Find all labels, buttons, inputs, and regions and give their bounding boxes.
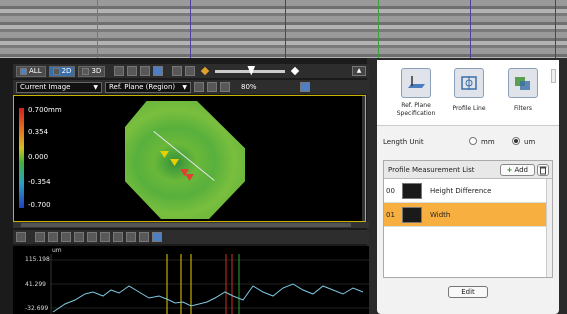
list-scrollbar[interactable] xyxy=(546,179,552,277)
camera-icon[interactable] xyxy=(153,66,164,76)
profile-line-button[interactable] xyxy=(454,68,484,98)
zoom-out-icon[interactable] xyxy=(207,82,217,92)
image-strip-top xyxy=(0,0,567,58)
item-name: Width xyxy=(430,210,451,219)
redo-icon[interactable] xyxy=(185,66,196,76)
width-icon xyxy=(402,206,422,223)
color-scale-bar xyxy=(19,108,24,208)
ref-plane-label: Ref. Plane Specification xyxy=(396,102,436,117)
height-map-view[interactable]: 0.700mm 0.354 0.000 -0.354 -0.700 xyxy=(13,95,366,222)
color-range-icon xyxy=(201,66,210,76)
grid-icon[interactable] xyxy=(139,232,149,242)
measurement-panel: Ref. Plane Specification Profile Line Fi… xyxy=(377,60,559,314)
view-scrollbar[interactable] xyxy=(362,96,365,221)
filters-icon xyxy=(515,77,530,90)
zoom-out-icon[interactable] xyxy=(48,232,58,242)
scale-label: 0.354 xyxy=(28,128,49,136)
cursor-marker[interactable] xyxy=(185,174,194,181)
cursor-marker[interactable] xyxy=(170,159,179,166)
export-icon[interactable] xyxy=(152,232,162,242)
zoom-x-icon[interactable] xyxy=(61,232,71,242)
3d-icon xyxy=(82,67,90,75)
2d-icon xyxy=(52,67,60,75)
item-name: Height Difference xyxy=(430,186,492,195)
cursor-marker[interactable] xyxy=(160,151,169,158)
expand-icon[interactable] xyxy=(127,66,138,76)
list-title: Profile Measurement List xyxy=(388,165,475,174)
scale-label: -0.700 xyxy=(28,201,51,209)
plus-icon: + xyxy=(506,165,513,174)
scale-label: -0.354 xyxy=(28,178,51,186)
all-icon xyxy=(20,67,27,75)
unit-mm-radio[interactable] xyxy=(469,137,477,145)
guide-line xyxy=(190,0,191,58)
image-select[interactable]: Current Image ▼ xyxy=(16,81,102,93)
unit-um-radio[interactable] xyxy=(512,137,520,145)
height-difference-icon xyxy=(402,182,422,199)
spec-scroll-button[interactable] xyxy=(551,69,556,83)
diamond-icon xyxy=(291,66,300,76)
list-item[interactable]: 01 Width xyxy=(384,203,552,227)
unit-mm-label: mm xyxy=(481,138,495,146)
zoom-area-icon[interactable] xyxy=(87,232,97,242)
plane-select[interactable]: Ref. Plane (Region) ▼ xyxy=(105,81,191,93)
undo-icon[interactable] xyxy=(172,66,183,76)
fit-icon[interactable] xyxy=(114,66,125,76)
delete-button[interactable] xyxy=(537,163,549,176)
2d-button[interactable]: 2D xyxy=(48,65,76,77)
all-button[interactable]: ALL xyxy=(16,65,46,77)
export-icon[interactable] xyxy=(299,82,310,92)
filters-label: Filters xyxy=(514,105,532,112)
list-actions: + Add xyxy=(499,163,549,176)
add-button[interactable]: + Add xyxy=(499,163,535,176)
chevron-down-icon: ▼ xyxy=(93,83,98,91)
split-icon[interactable] xyxy=(140,66,151,76)
profile-measurement-list: Profile Measurement List + Add 00 Height … xyxy=(383,160,553,278)
eject-button[interactable]: ▲ xyxy=(352,66,366,76)
chevron-down-icon: ▼ xyxy=(182,83,187,91)
item-index: 01 xyxy=(386,210,395,219)
scroll-thumb[interactable] xyxy=(21,223,351,227)
guide-line xyxy=(97,0,98,58)
3d-button[interactable]: 3D xyxy=(78,65,106,77)
scale-label: 0.000 xyxy=(28,153,49,161)
guide-line xyxy=(378,0,379,58)
filters-button[interactable] xyxy=(508,68,538,98)
list-header: Profile Measurement List + Add xyxy=(384,161,552,179)
list-item[interactable]: 00 Height Difference xyxy=(384,179,552,203)
view-toolbar: ALL 2D 3D ▲ xyxy=(13,64,369,78)
zoom-reset-icon[interactable] xyxy=(100,232,110,242)
fit-icon[interactable] xyxy=(113,232,123,242)
ref-plane-button[interactable] xyxy=(401,68,431,98)
trash-icon xyxy=(539,166,547,174)
guide-line xyxy=(285,0,286,58)
profile-line-label: Profile Line xyxy=(452,105,486,112)
zoom-in-icon[interactable] xyxy=(194,82,204,92)
color-range-slider[interactable] xyxy=(215,65,286,76)
expand-icon[interactable] xyxy=(126,232,136,242)
guide-line xyxy=(470,0,471,58)
zoom-value: 80% xyxy=(241,83,257,91)
item-index: 00 xyxy=(386,186,395,195)
edit-button[interactable]: Edit xyxy=(448,286,488,298)
length-unit-label: Length Unit xyxy=(383,138,424,146)
ref-plane-icon xyxy=(408,76,425,88)
sample-surface xyxy=(125,101,245,219)
zoom-fit-icon[interactable] xyxy=(220,82,230,92)
profile-line-icon xyxy=(461,76,477,90)
profile-chart[interactable]: um 115.198 41.299 -32.699 xyxy=(13,246,369,314)
profile-plot xyxy=(50,254,369,314)
unit-um-label: um xyxy=(524,138,536,146)
slider-knob[interactable] xyxy=(247,65,256,76)
zoom-in-icon[interactable] xyxy=(35,232,45,242)
zoom-y-icon[interactable] xyxy=(74,232,84,242)
scale-label: 0.700mm xyxy=(28,106,62,114)
guide-line xyxy=(555,0,556,58)
layout-icon[interactable] xyxy=(16,232,26,242)
spec-bar: Ref. Plane Specification Profile Line Fi… xyxy=(377,60,559,126)
profile-toolbar xyxy=(13,230,369,244)
image-toolbar: Current Image ▼ Ref. Plane (Region) ▼ 80% xyxy=(13,80,369,94)
horizontal-scrollbar[interactable] xyxy=(13,222,369,228)
